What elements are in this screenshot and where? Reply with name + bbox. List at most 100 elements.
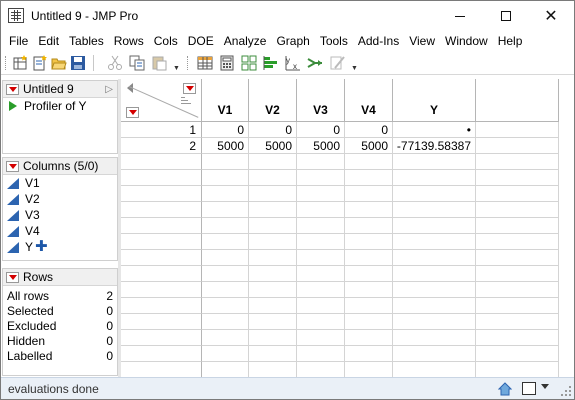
table-cell[interactable]	[202, 362, 249, 377]
save-icon[interactable]	[70, 55, 86, 71]
table-cell[interactable]	[249, 218, 297, 234]
table-cell[interactable]	[249, 234, 297, 250]
table-cell[interactable]	[202, 330, 249, 346]
table-cell[interactable]	[393, 314, 476, 330]
table-cell[interactable]	[476, 250, 559, 266]
table-cell[interactable]	[202, 314, 249, 330]
table-cell[interactable]	[345, 154, 393, 170]
table-cell[interactable]	[476, 122, 559, 138]
open-icon[interactable]	[51, 55, 67, 71]
table-cell[interactable]	[476, 170, 559, 186]
table-cell[interactable]	[249, 346, 297, 362]
table-cell[interactable]	[345, 186, 393, 202]
edit-icon[interactable]	[329, 55, 345, 71]
table-cell[interactable]	[297, 362, 345, 377]
copy-icon[interactable]	[129, 55, 145, 71]
table-cell[interactable]	[297, 346, 345, 362]
row-number[interactable]	[121, 250, 202, 266]
table-cell[interactable]	[202, 250, 249, 266]
row-number[interactable]	[121, 362, 202, 377]
table-cell[interactable]	[476, 282, 559, 298]
table-cell[interactable]	[345, 266, 393, 282]
table-cell[interactable]	[393, 218, 476, 234]
table-cell[interactable]	[393, 202, 476, 218]
table-cell[interactable]	[345, 298, 393, 314]
table-cell[interactable]	[249, 154, 297, 170]
table-cell[interactable]	[345, 234, 393, 250]
table-cell[interactable]	[249, 170, 297, 186]
table-cell[interactable]: 5000	[202, 138, 249, 154]
table-cell[interactable]	[345, 170, 393, 186]
rows-header-dropdown[interactable]	[126, 107, 139, 118]
row-number[interactable]	[121, 170, 202, 186]
toolbar-overflow-dropdown[interactable]: ▼	[351, 65, 358, 72]
table-cell[interactable]	[202, 170, 249, 186]
column-item-v4[interactable]: V4	[3, 223, 117, 239]
table-cell[interactable]	[476, 346, 559, 362]
menu-doe[interactable]: DOE	[183, 31, 219, 51]
table-cell[interactable]	[297, 266, 345, 282]
table-cell[interactable]	[202, 218, 249, 234]
table-cell[interactable]	[393, 346, 476, 362]
new-script-icon[interactable]	[32, 55, 48, 71]
row-number[interactable]	[121, 346, 202, 362]
table-cell[interactable]: 0	[345, 122, 393, 138]
table-cell[interactable]	[297, 218, 345, 234]
table-cell[interactable]	[345, 314, 393, 330]
columns-red-triangle-dropdown[interactable]	[6, 160, 19, 172]
row-number[interactable]	[121, 314, 202, 330]
distribution-icon[interactable]	[263, 55, 279, 71]
table-cell[interactable]	[297, 250, 345, 266]
table-cell[interactable]: 5000	[249, 138, 297, 154]
table-cell[interactable]	[393, 234, 476, 250]
maximize-button[interactable]	[483, 1, 529, 31]
table-cell[interactable]	[249, 282, 297, 298]
table-cell[interactable]	[345, 250, 393, 266]
column-item-v2[interactable]: V2	[3, 191, 117, 207]
table-cell[interactable]	[345, 346, 393, 362]
table-cell[interactable]	[393, 362, 476, 377]
table-cell[interactable]	[202, 154, 249, 170]
menu-view[interactable]: View	[404, 31, 440, 51]
table-cell[interactable]	[297, 298, 345, 314]
table-cell[interactable]	[297, 330, 345, 346]
table-cell[interactable]	[393, 282, 476, 298]
table-cell[interactable]	[297, 154, 345, 170]
menu-help[interactable]: Help	[493, 31, 528, 51]
menu-graph[interactable]: Graph	[271, 31, 314, 51]
row-number[interactable]	[121, 218, 202, 234]
table-cell[interactable]	[249, 186, 297, 202]
close-button[interactable]: ✕	[528, 1, 574, 31]
table-cell[interactable]	[249, 202, 297, 218]
table-cell[interactable]	[345, 330, 393, 346]
table-cell[interactable]	[476, 138, 559, 154]
row-number[interactable]	[121, 266, 202, 282]
table-cell[interactable]	[345, 282, 393, 298]
table-cell[interactable]	[297, 186, 345, 202]
table-cell[interactable]	[202, 346, 249, 362]
table-cell[interactable]: 0	[297, 122, 345, 138]
column-header-v3[interactable]: V3	[297, 79, 345, 122]
table-cell[interactable]	[476, 234, 559, 250]
table-layout-icon[interactable]	[241, 55, 257, 71]
minimize-button[interactable]	[437, 1, 483, 31]
column-header-v2[interactable]: V2	[249, 79, 297, 122]
column-header-v4[interactable]: V4	[345, 79, 393, 122]
panel-collapse-icon[interactable]: ▷	[105, 84, 113, 95]
row-number[interactable]	[121, 234, 202, 250]
column-item-v1[interactable]: V1	[3, 175, 117, 191]
table-cell[interactable]	[297, 234, 345, 250]
table-cell[interactable]: -77139.58387	[393, 138, 476, 154]
table-cell[interactable]	[202, 266, 249, 282]
column-item-y[interactable]: Y ✚	[3, 239, 117, 255]
table-cell[interactable]	[393, 298, 476, 314]
paste-icon[interactable]	[151, 55, 167, 71]
calculator-icon[interactable]	[219, 55, 235, 71]
table-cell[interactable]	[476, 154, 559, 170]
table-cell[interactable]	[476, 202, 559, 218]
table-cell[interactable]	[476, 330, 559, 346]
table-cell[interactable]: 0	[202, 122, 249, 138]
table-cell[interactable]	[202, 202, 249, 218]
window-list-dropdown-icon[interactable]	[541, 384, 549, 389]
table-cell[interactable]	[393, 250, 476, 266]
